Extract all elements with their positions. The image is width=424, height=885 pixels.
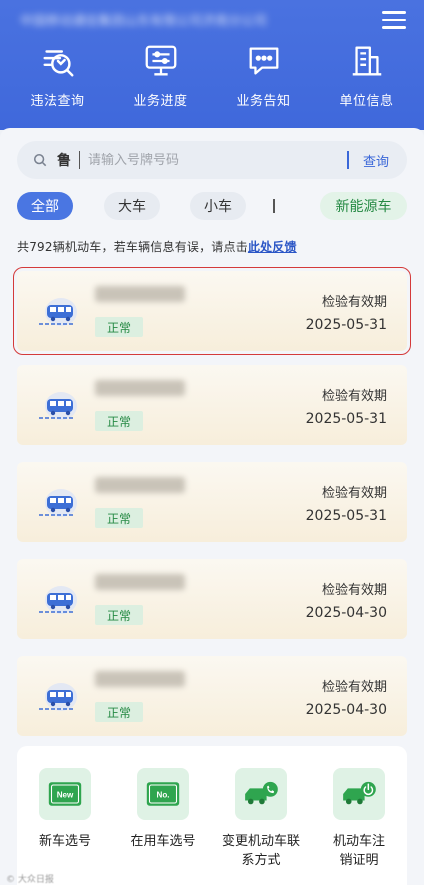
unit-info-icon: [352, 46, 381, 76]
plate-number-masked: [95, 380, 185, 396]
service-label: 在用车选号: [130, 834, 196, 849]
status-badge: 正常: [95, 411, 143, 431]
quick-nav-label: 业务进度: [133, 94, 188, 109]
bus-icon: [39, 586, 77, 614]
service-label: 机动车注销证明: [332, 834, 385, 868]
plate-number-input[interactable]: [88, 152, 348, 168]
vehicle-card[interactable]: 正常 检验有效期 2025-05-31: [13, 267, 411, 355]
quick-nav-unit-info[interactable]: 单位信息: [317, 42, 417, 109]
notice-text: 共792辆机动车，若车辆信息有误，请点击: [17, 240, 248, 254]
feedback-link[interactable]: 此处反馈: [248, 240, 297, 254]
inspection-expiry-date: 2025-05-31: [305, 508, 387, 524]
filter-divider: [273, 199, 275, 213]
number-plate-icon: No.: [137, 768, 189, 820]
bus-icon: [39, 683, 77, 711]
quick-nav-label: 违法查询: [30, 94, 85, 109]
quick-nav-label: 单位信息: [339, 94, 394, 109]
inspection-expiry-date: 2025-04-30: [305, 702, 387, 718]
inspection-expiry-date: 2025-05-31: [305, 317, 387, 333]
svg-text:No.: No.: [156, 791, 169, 800]
vehicle-count-notice: 共792辆机动车，若车辆信息有误，请点击此处反馈: [17, 238, 297, 255]
quick-nav-label: 业务告知: [236, 94, 291, 109]
bus-icon: [39, 298, 77, 326]
plate-number-masked: [95, 286, 185, 302]
bus-icon: [39, 489, 77, 517]
filter-big-vehicle[interactable]: 大车: [104, 192, 160, 220]
violation-query-icon: [42, 50, 73, 77]
inspection-expiry-label: 检验有效期: [321, 486, 387, 501]
inspection-expiry-label: 检验有效期: [321, 295, 387, 310]
quick-nav-business-notice[interactable]: 业务告知: [214, 42, 314, 109]
search-button[interactable]: 查询: [349, 151, 407, 170]
plate-number-masked: [95, 574, 185, 590]
car-phone-icon: [235, 768, 287, 820]
status-badge: 正常: [95, 508, 143, 528]
vehicle-card[interactable]: 正常 检验有效期 2025-05-31: [17, 462, 407, 542]
watermark: © 大众日报: [6, 875, 54, 885]
new-plate-icon: New: [39, 768, 91, 820]
app-header: 中国移动通信集团山东有限公司济南分公司 违法查询 业务进度 业务告知 单位信息: [0, 0, 424, 130]
search-divider: [79, 151, 80, 169]
filter-new-energy[interactable]: 新能源车: [320, 192, 407, 220]
quick-nav-business-progress[interactable]: 业务进度: [111, 42, 211, 109]
header-title: 中国移动通信集团山东有限公司济南分公司: [20, 14, 268, 28]
inspection-expiry-label: 检验有效期: [321, 680, 387, 695]
bus-icon: [39, 392, 77, 420]
inspection-expiry-date: 2025-04-30: [305, 605, 387, 621]
status-badge: 正常: [95, 317, 143, 337]
vehicle-card[interactable]: 正常 检验有效期 2025-04-30: [17, 656, 407, 736]
plate-number-masked: [95, 477, 185, 493]
vehicle-filters: 全部 大车 小车 新能源车: [17, 192, 407, 220]
service-change-contact[interactable]: 变更机动车联系方式: [221, 768, 301, 870]
service-label: 新车选号: [38, 834, 91, 849]
car-power-icon: [333, 768, 385, 820]
service-panel: New 新车选号 No. 在用车选号 变更机动车联系方式 机动车注销证明: [17, 746, 407, 885]
status-badge: 正常: [95, 605, 143, 625]
menu-icon[interactable]: [382, 8, 408, 30]
plate-number-masked: [95, 671, 185, 687]
vehicle-card[interactable]: 正常 检验有效期 2025-04-30: [17, 559, 407, 639]
business-progress-icon: [145, 45, 176, 76]
plate-province-prefix[interactable]: 鲁: [57, 150, 71, 170]
service-new-car-plate[interactable]: New 新车选号: [25, 768, 105, 851]
service-in-use-car-plate[interactable]: No. 在用车选号: [123, 768, 203, 851]
status-badge: 正常: [95, 702, 143, 722]
service-label: 变更机动车联系方式: [221, 834, 300, 868]
vehicle-card[interactable]: 正常 检验有效期 2025-05-31: [17, 365, 407, 445]
service-deregistration[interactable]: 机动车注销证明: [319, 768, 399, 870]
quick-nav-violation-query[interactable]: 违法查询: [8, 42, 108, 109]
filter-all[interactable]: 全部: [17, 192, 73, 220]
filter-small-vehicle[interactable]: 小车: [190, 192, 246, 220]
search-bar: 鲁 查询: [17, 141, 407, 179]
inspection-expiry-label: 检验有效期: [321, 389, 387, 404]
inspection-expiry-date: 2025-05-31: [305, 411, 387, 427]
quick-nav: 违法查询 业务进度 业务告知 单位信息: [0, 42, 424, 109]
svg-text:New: New: [57, 791, 74, 800]
business-notice-icon: [249, 47, 278, 75]
inspection-expiry-label: 检验有效期: [321, 583, 387, 598]
search-icon: [33, 153, 47, 167]
